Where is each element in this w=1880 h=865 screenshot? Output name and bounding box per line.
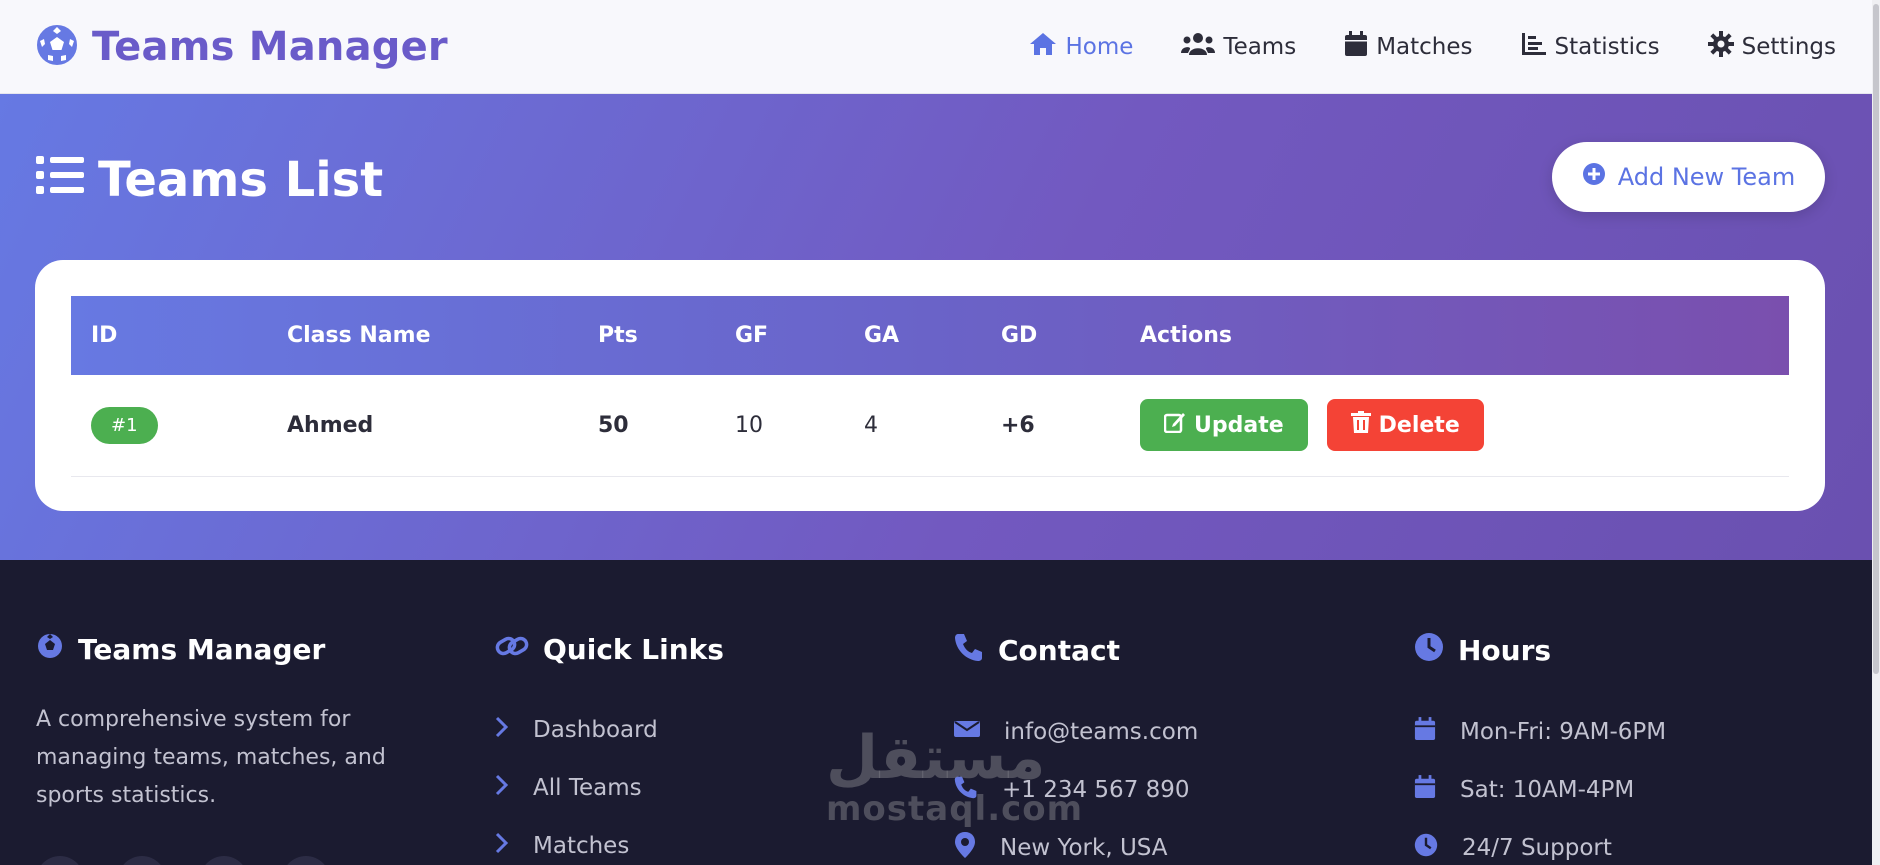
edit-icon	[1163, 411, 1186, 439]
plus-circle-icon	[1582, 162, 1606, 192]
footer-hours-heading: Hours	[1414, 632, 1834, 669]
hours-list: Mon-Fri: 9AM-6PM Sat: 10AM-4PM 24/7 Supp…	[1414, 703, 1834, 865]
footer-about-heading: Teams Manager	[36, 632, 456, 667]
contact-address-text: New York, USA	[1000, 835, 1168, 861]
nav-home[interactable]: Home	[1028, 31, 1134, 63]
users-icon	[1181, 31, 1216, 63]
cell-ga: 4	[864, 412, 878, 438]
cell-gf: 10	[735, 412, 763, 438]
teams-table: ID Class Name Pts GF GA GD Actions #1 Ah…	[71, 296, 1789, 477]
watermark: مستقل mostaql.com	[826, 728, 1083, 826]
cell-name: Ahmed	[287, 412, 374, 438]
hours-saturday: Sat: 10AM-4PM	[1414, 761, 1834, 819]
brand-title: Teams Manager	[92, 23, 448, 70]
footer-contact-title: Contact	[998, 634, 1120, 667]
add-new-team-button[interactable]: Add New Team	[1552, 142, 1825, 212]
column-header-actions: Actions	[1140, 323, 1232, 348]
list-icon	[36, 152, 84, 208]
footer-about-title: Teams Manager	[78, 633, 326, 666]
calendar-icon	[1344, 30, 1368, 63]
nav-teams-label: Teams	[1223, 33, 1297, 60]
social-link[interactable]	[200, 856, 248, 865]
calendar-icon	[1414, 775, 1436, 805]
nav-settings-label: Settings	[1741, 33, 1836, 60]
table-header: ID Class Name Pts GF GA GD Actions	[71, 296, 1789, 375]
nav-statistics[interactable]: Statistics	[1521, 32, 1660, 62]
hours-saturday-text: Sat: 10AM-4PM	[1460, 777, 1635, 803]
nav-teams[interactable]: Teams	[1181, 31, 1296, 63]
page-title: Teams List	[36, 152, 383, 208]
footer-hours: Hours Mon-Fri: 9AM-6PM Sat: 10AM-4PM 24/…	[1414, 632, 1834, 865]
top-navbar: Teams Manager Home Teams Matches Statist…	[0, 0, 1872, 94]
cell-gd: +6	[1001, 412, 1035, 438]
teams-section: Teams List Add New Team ID Class Name Pt…	[0, 94, 1872, 560]
column-header-gd: GD	[1001, 323, 1038, 348]
watermark-latin: mostaql.com	[826, 789, 1084, 829]
table-row: #1 Ahmed 50 10 4 +6 Update Delete	[71, 375, 1789, 476]
column-header-gf: GF	[735, 323, 769, 348]
gear-icon	[1707, 30, 1734, 63]
chevron-right-icon	[495, 832, 509, 860]
column-header-id: ID	[91, 323, 118, 348]
page-scrollbar[interactable]	[1872, 0, 1880, 865]
nav-matches[interactable]: Matches	[1344, 30, 1473, 63]
page-title-text: Teams List	[98, 152, 384, 208]
main-nav: Home Teams Matches Statistics Settings	[1028, 30, 1836, 63]
calendar-icon	[1414, 717, 1436, 747]
home-icon	[1028, 31, 1058, 63]
nav-statistics-label: Statistics	[1554, 33, 1660, 60]
id-badge: #1	[91, 406, 158, 444]
trash-icon	[1350, 411, 1371, 439]
footer-link-label: All Teams	[533, 775, 642, 801]
delete-button[interactable]: Delete	[1326, 399, 1484, 452]
social-link[interactable]	[36, 856, 84, 865]
add-new-team-label: Add New Team	[1617, 163, 1796, 191]
footer-link-label: Matches	[533, 833, 630, 859]
soccer-ball-icon	[36, 24, 78, 70]
update-label: Update	[1194, 412, 1284, 438]
chevron-right-icon	[495, 716, 509, 744]
delete-label: Delete	[1378, 412, 1460, 438]
clock-icon	[1414, 632, 1444, 669]
soccer-ball-icon	[36, 632, 64, 667]
nav-home-label: Home	[1065, 33, 1134, 60]
footer-quick-links-heading: Quick Links	[495, 632, 915, 667]
nav-matches-label: Matches	[1376, 33, 1473, 60]
hours-weekday-text: Mon-Fri: 9AM-6PM	[1460, 719, 1667, 745]
map-marker-icon	[954, 832, 976, 864]
social-links	[36, 856, 330, 865]
hours-support: 24/7 Support	[1414, 819, 1834, 865]
footer-hours-title: Hours	[1458, 634, 1552, 667]
cell-pts: 50	[598, 412, 629, 438]
nav-settings[interactable]: Settings	[1707, 30, 1836, 63]
footer-about: Teams Manager A comprehensive system for…	[36, 632, 456, 815]
clock-icon	[1414, 833, 1438, 863]
brand[interactable]: Teams Manager	[36, 24, 448, 70]
phone-icon	[954, 632, 984, 669]
update-button[interactable]: Update	[1140, 399, 1308, 452]
cell-id: #1	[71, 375, 267, 476]
teams-table-card: ID Class Name Pts GF GA GD Actions #1 Ah…	[35, 260, 1825, 511]
chart-icon	[1521, 32, 1547, 62]
footer-about-description: A comprehensive system for managing team…	[36, 707, 386, 808]
column-header-pts: Pts	[598, 323, 638, 348]
hours-weekday: Mon-Fri: 9AM-6PM	[1414, 703, 1834, 761]
scrollbar-thumb[interactable]	[1873, 4, 1879, 674]
column-header-ga: GA	[864, 323, 900, 348]
column-header-class-name: Class Name	[287, 323, 431, 348]
footer-quick-links-title: Quick Links	[543, 633, 724, 666]
chevron-right-icon	[495, 774, 509, 802]
social-link[interactable]	[282, 856, 330, 865]
link-icon	[495, 632, 529, 667]
watermark-arabic: مستقل	[826, 723, 1046, 793]
footer-contact-heading: Contact	[954, 632, 1374, 669]
footer-link-label: Dashboard	[533, 717, 658, 743]
hours-support-text: 24/7 Support	[1462, 835, 1612, 861]
cell-actions: Update Delete	[1120, 375, 1789, 476]
social-link[interactable]	[118, 856, 166, 865]
